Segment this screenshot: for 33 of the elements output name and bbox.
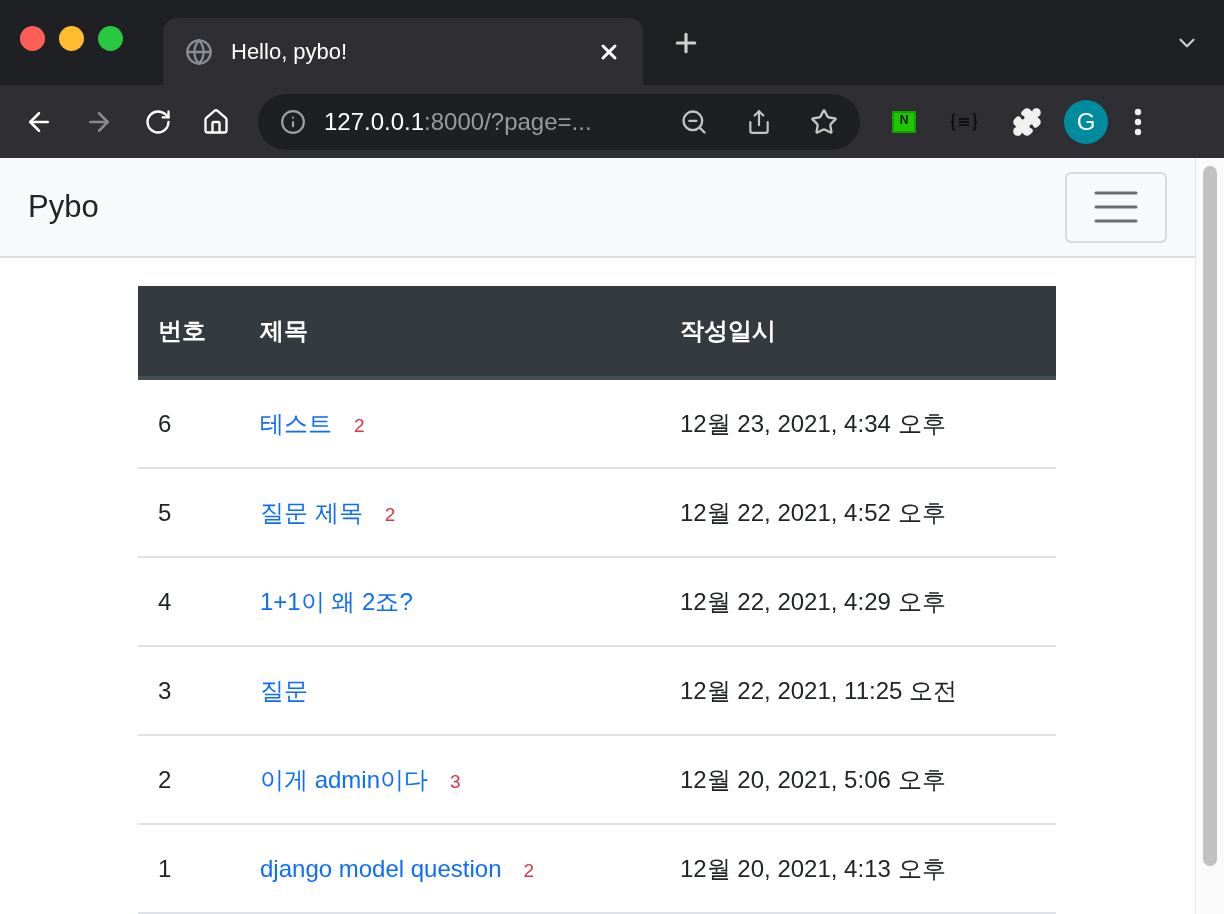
table-cell: 5	[138, 468, 240, 557]
tab-title: Hello, pybo!	[231, 38, 349, 65]
column-header: 번호	[138, 286, 240, 378]
table-cell: 1	[138, 824, 240, 913]
answer-count: 2	[384, 503, 396, 525]
question-link[interactable]: 이게 admin이다	[260, 765, 429, 793]
answer-count: 2	[523, 859, 535, 881]
answer-count: 3	[450, 770, 461, 792]
brand-link[interactable]: Pybo	[28, 189, 99, 225]
table-cell: 3	[138, 646, 240, 735]
answer-count: 2	[354, 414, 365, 436]
table-cell: 12월 20, 2021, 5:06 오후	[660, 735, 1056, 824]
address-bar[interactable]: 127.0.0.1:8000/?page=...	[258, 93, 860, 150]
table-cell: 2	[138, 735, 240, 824]
question-link[interactable]: 질문 제목	[260, 498, 363, 526]
question-link[interactable]: django model question	[260, 854, 502, 882]
question-link[interactable]: 질문	[260, 676, 308, 704]
table-cell: 6	[138, 378, 240, 468]
column-header: 제목	[240, 286, 660, 378]
table-cell: 12월 22, 2021, 4:29 오후	[660, 557, 1056, 646]
table-cell: 4	[138, 557, 240, 646]
browser-tab[interactable]: Hello, pybo!	[163, 18, 643, 85]
profile-avatar[interactable]: G	[1064, 99, 1108, 144]
table-cell: 12월 20, 2021, 4:13 오후	[660, 824, 1056, 913]
url-host: 127.0.0.1	[324, 107, 425, 136]
table-cell: 12월 22, 2021, 4:52 오후	[660, 468, 1056, 557]
column-header: 작성일시	[660, 286, 1056, 378]
question-link[interactable]: 1+1이 왜 2죠?	[260, 587, 413, 615]
question-link[interactable]: 테스트	[260, 409, 332, 437]
table-cell: 12월 23, 2021, 4:34 오후	[660, 378, 1056, 468]
table-cell: 12월 22, 2021, 11:25 오전	[660, 646, 1056, 735]
extension-icon[interactable]: N	[892, 110, 916, 133]
url-path: :8000/?page=...	[424, 107, 592, 136]
